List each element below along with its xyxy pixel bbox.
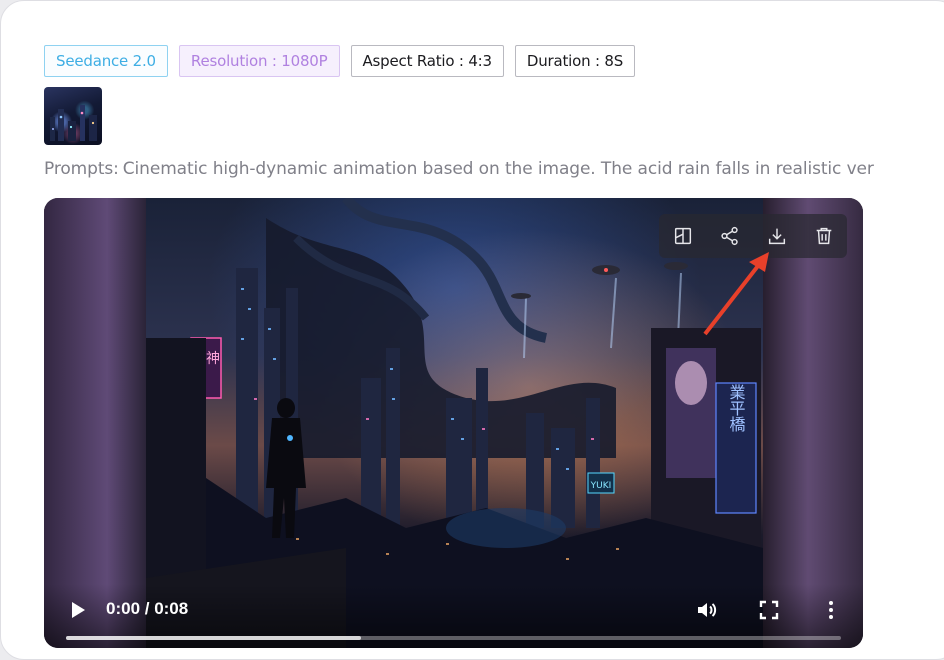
model-tag: Seedance 2.0 <box>44 45 168 77</box>
share-button[interactable] <box>715 221 745 251</box>
resolution-tag: Resolution : 1080P <box>178 45 340 77</box>
video-controls: 0:00 / 0:08 <box>44 584 863 648</box>
delete-button[interactable] <box>809 221 839 251</box>
annotation-arrow-icon <box>703 252 769 336</box>
fullscreen-icon <box>759 600 779 620</box>
share-icon <box>720 226 738 246</box>
crop-frame-button[interactable] <box>668 221 698 251</box>
aspect-ratio-tag: Aspect Ratio : 4:3 <box>350 45 504 77</box>
seek-bar-buffered <box>66 636 361 640</box>
play-button[interactable] <box>66 598 90 622</box>
more-vertical-icon <box>829 601 833 619</box>
generation-tags: Seedance 2.0 Resolution : 1080P Aspect R… <box>44 45 636 77</box>
fullscreen-button[interactable] <box>756 597 782 623</box>
download-icon <box>768 228 785 245</box>
prompt-body: Cinematic high-dynamic animation based o… <box>122 159 874 179</box>
neon-sign-right: 業平橋 <box>727 384 746 433</box>
play-icon <box>72 602 85 618</box>
more-options-button[interactable] <box>818 597 844 623</box>
letterbox-left <box>44 198 149 648</box>
volume-icon <box>698 603 717 617</box>
neon-sign-small: YUKI <box>590 481 612 491</box>
result-card: Seedance 2.0 Resolution : 1080P Aspect R… <box>0 0 944 660</box>
trash-icon <box>816 227 831 245</box>
duration-tag: Duration : 8S <box>514 45 636 77</box>
time-display: 0:00 / 0:08 <box>106 599 189 618</box>
prompt-label: Prompts: <box>44 159 119 179</box>
download-button[interactable] <box>762 221 792 251</box>
prompt-text: Prompts: Cinematic high-dynamic animation… <box>44 159 944 183</box>
reference-image-thumbnail[interactable] <box>44 87 102 145</box>
video-player[interactable]: 雷神 業平橋 YUKI <box>44 198 863 648</box>
crop-frame-icon <box>674 227 691 245</box>
video-frame: 雷神 業平橋 YUKI <box>146 198 763 648</box>
volume-button[interactable] <box>694 597 720 623</box>
seek-bar[interactable] <box>66 636 841 640</box>
